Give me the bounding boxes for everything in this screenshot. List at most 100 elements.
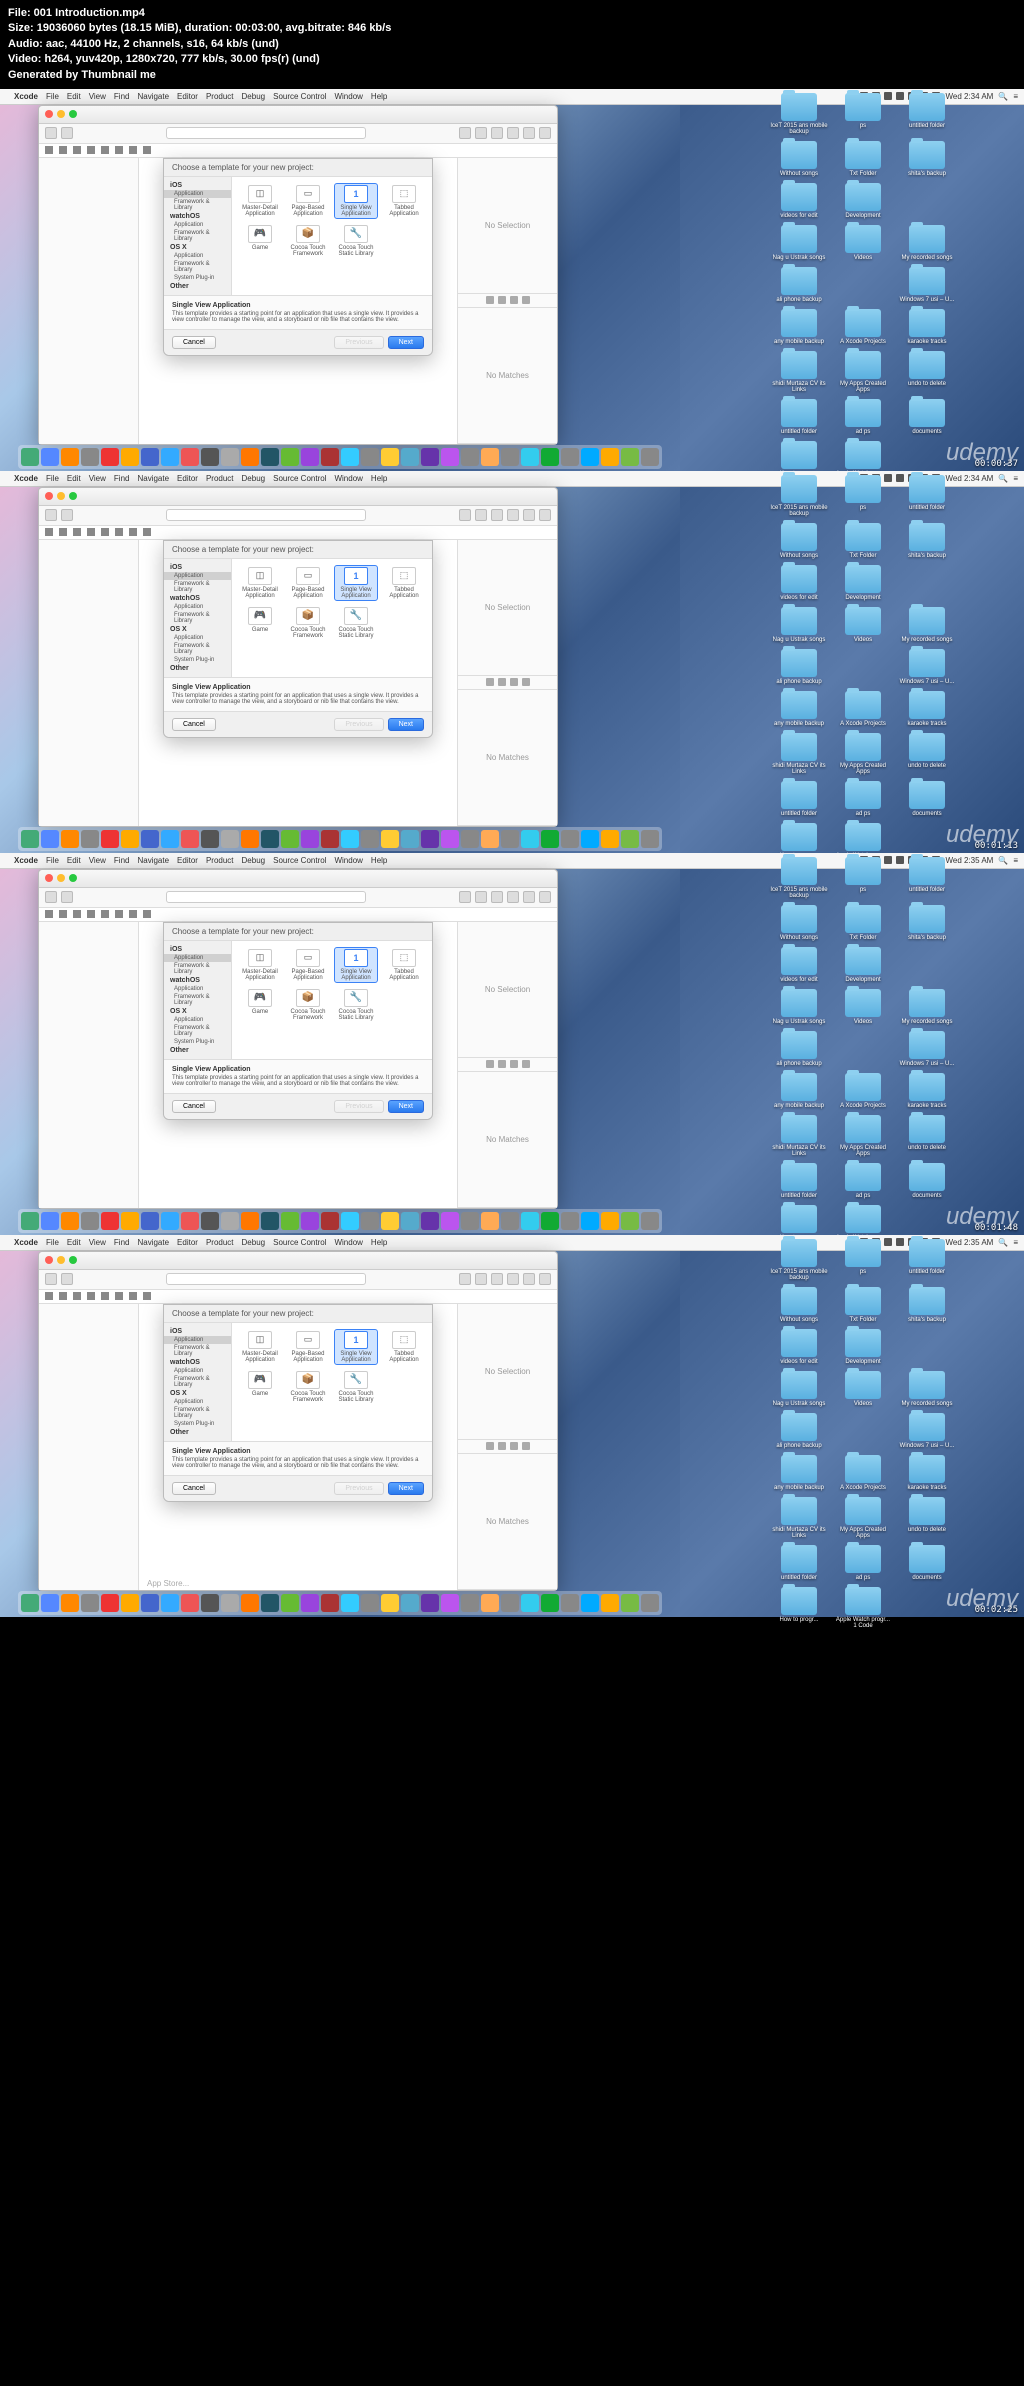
- template-tabbed[interactable]: ⬚Tabbed Application: [382, 1329, 426, 1365]
- menu-debug[interactable]: Debug: [242, 92, 266, 101]
- nav-tab-icon[interactable]: [143, 1292, 151, 1300]
- dock-app-icon[interactable]: [601, 448, 619, 466]
- dock-app-icon[interactable]: [41, 830, 59, 848]
- cat-osx-framework[interactable]: Framework & Library: [164, 642, 231, 656]
- stop-button[interactable]: [61, 1273, 73, 1285]
- template-cocoa-static[interactable]: Cocoa Touch Static Library: [334, 987, 378, 1023]
- stop-button[interactable]: [61, 891, 73, 903]
- dock-app-icon[interactable]: [221, 830, 239, 848]
- desktop-folder[interactable]: Without songs: [770, 141, 828, 177]
- menu-product[interactable]: Product: [206, 1238, 234, 1247]
- menu-debug[interactable]: Debug: [242, 474, 266, 483]
- lib-tab-icon[interactable]: [486, 296, 494, 304]
- template-single-view[interactable]: 1Single View Application: [334, 565, 378, 601]
- menu-find[interactable]: Find: [114, 474, 130, 483]
- desktop-folder[interactable]: Txt Folder: [834, 1287, 892, 1323]
- nav-tab-icon[interactable]: [59, 528, 67, 536]
- desktop-folder[interactable]: undo to delete: [898, 351, 956, 393]
- desktop-folder[interactable]: shita's backup: [898, 141, 956, 177]
- lib-tab-icon[interactable]: [486, 678, 494, 686]
- template-cocoa-static[interactable]: Cocoa Touch Static Library: [334, 1369, 378, 1405]
- lib-tab-icon[interactable]: [522, 296, 530, 304]
- dock-app-icon[interactable]: [201, 830, 219, 848]
- editor-mode-assistant[interactable]: [475, 1273, 487, 1285]
- menu-edit[interactable]: Edit: [67, 92, 81, 101]
- nav-tab-icon[interactable]: [73, 528, 81, 536]
- minimize-button[interactable]: [57, 1256, 65, 1264]
- desktop-folder[interactable]: Windows 7 usi – U...: [898, 649, 956, 685]
- desktop-folder[interactable]: karaoke tracks: [898, 309, 956, 345]
- dock-app-icon[interactable]: [101, 830, 119, 848]
- cancel-button[interactable]: Cancel: [172, 718, 216, 731]
- run-button[interactable]: [45, 891, 57, 903]
- nav-tab-icon[interactable]: [143, 910, 151, 918]
- desktop-folder[interactable]: Windows 7 usi – U...: [898, 1031, 956, 1067]
- cat-watchos-application[interactable]: Application: [164, 1367, 231, 1375]
- desktop-folder[interactable]: My recorded songs: [898, 225, 956, 261]
- menu-product[interactable]: Product: [206, 856, 234, 865]
- menu-navigate[interactable]: Navigate: [137, 856, 169, 865]
- next-button[interactable]: Next: [388, 1100, 424, 1113]
- desktop-folder[interactable]: A Xcode Projects: [834, 691, 892, 727]
- dock-app-icon[interactable]: [121, 1594, 139, 1612]
- template-single-view[interactable]: 1Single View Application: [334, 947, 378, 983]
- dock-app-icon[interactable]: [501, 830, 519, 848]
- desktop-folder[interactable]: ps: [834, 475, 892, 517]
- dock-app-icon[interactable]: [81, 1594, 99, 1612]
- dock-app-icon[interactable]: [641, 448, 659, 466]
- nav-tab-icon[interactable]: [73, 1292, 81, 1300]
- template-cocoa-static[interactable]: Cocoa Touch Static Library: [334, 605, 378, 641]
- desktop-folder[interactable]: untitled folder: [770, 399, 828, 435]
- cat-osx-application[interactable]: Application: [164, 1016, 231, 1024]
- close-button[interactable]: [45, 110, 53, 118]
- desktop-folder[interactable]: Txt Folder: [834, 523, 892, 559]
- menu-debug[interactable]: Debug: [242, 1238, 266, 1247]
- dock-app-icon[interactable]: [181, 1212, 199, 1230]
- nav-tab-icon[interactable]: [73, 146, 81, 154]
- dock-app-icon[interactable]: [621, 830, 639, 848]
- menu-product[interactable]: Product: [206, 474, 234, 483]
- desktop-folder[interactable]: Development: [834, 947, 892, 983]
- desktop-folder[interactable]: documents: [898, 1163, 956, 1199]
- previous-button[interactable]: Previous: [334, 336, 383, 349]
- dock-app-icon[interactable]: [581, 1594, 599, 1612]
- run-button[interactable]: [45, 127, 57, 139]
- desktop-folder[interactable]: Nag u Ustrak songs: [770, 225, 828, 261]
- desktop-folder[interactable]: How to progr...: [770, 1587, 828, 1629]
- desktop-folder[interactable]: shita's backup: [898, 905, 956, 941]
- nav-tab-icon[interactable]: [101, 528, 109, 536]
- nav-tab-icon[interactable]: [129, 146, 137, 154]
- dock-app-icon[interactable]: [641, 830, 659, 848]
- menu-edit[interactable]: Edit: [67, 474, 81, 483]
- desktop-folder[interactable]: IceT 2015 ans mobile backup: [770, 857, 828, 899]
- dock-app-icon[interactable]: [601, 1594, 619, 1612]
- dock-app-icon[interactable]: [421, 1594, 439, 1612]
- dock-app-icon[interactable]: [321, 1594, 339, 1612]
- menu-product[interactable]: Product: [206, 92, 234, 101]
- desktop-folder[interactable]: videos for edit: [770, 1329, 828, 1365]
- cat-ios-application[interactable]: Application: [164, 190, 231, 198]
- dock-app-icon[interactable]: [441, 830, 459, 848]
- desktop-folder[interactable]: untitled folder: [898, 857, 956, 899]
- desktop-folder[interactable]: Without songs: [770, 1287, 828, 1323]
- cat-osx-application[interactable]: Application: [164, 634, 231, 642]
- dock-app-icon[interactable]: [341, 1594, 359, 1612]
- menu-editor[interactable]: Editor: [177, 92, 198, 101]
- desktop-folder[interactable]: Apple Watch progr... 1 Code: [834, 1587, 892, 1629]
- dock-app-icon[interactable]: [401, 1212, 419, 1230]
- dock-app-icon[interactable]: [381, 448, 399, 466]
- close-button[interactable]: [45, 874, 53, 882]
- desktop-folder[interactable]: Development: [834, 183, 892, 219]
- dock-app-icon[interactable]: [461, 1212, 479, 1230]
- dock-app-icon[interactable]: [361, 1212, 379, 1230]
- desktop-folder[interactable]: untitled folder: [898, 93, 956, 135]
- dock-app-icon[interactable]: [561, 448, 579, 466]
- desktop-folder[interactable]: Nag u Ustrak songs: [770, 607, 828, 643]
- previous-button[interactable]: Previous: [334, 1100, 383, 1113]
- app-name[interactable]: Xcode: [14, 856, 38, 865]
- menu-editor[interactable]: Editor: [177, 474, 198, 483]
- dock-app-icon[interactable]: [481, 448, 499, 466]
- dock-app-icon[interactable]: [481, 830, 499, 848]
- dock-app-icon[interactable]: [221, 1594, 239, 1612]
- dock-app-icon[interactable]: [381, 830, 399, 848]
